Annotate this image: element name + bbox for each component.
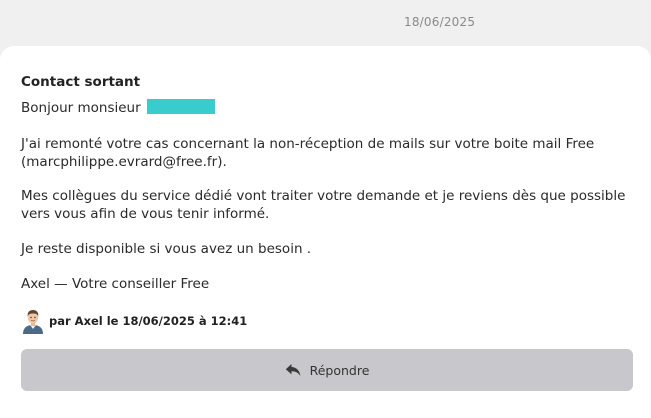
message-greeting: Bonjour monsieur — [21, 99, 215, 117]
author-info: par Axel le 18/06/2025 à 12:41 — [49, 314, 248, 328]
message-signature: Axel — Votre conseiller Free — [21, 276, 210, 292]
redacted-name — [146, 99, 215, 114]
reply-label: Répondre — [309, 362, 370, 378]
message-paragraph: J'ai remonté votre cas concernant la non… — [21, 136, 595, 170]
message-title: Contact sortant — [21, 74, 141, 90]
author-row: par Axel le 18/06/2025 à 12:41 — [21, 308, 247, 334]
reply-arrow-icon — [285, 364, 300, 376]
message-date: 18/06/2025 — [404, 15, 476, 29]
reply-button[interactable]: Répondre — [21, 349, 633, 391]
advisor-avatar-icon — [23, 310, 43, 334]
message-paragraph: Mes collègues du service dédié vont trai… — [21, 188, 626, 222]
greeting-text: Bonjour monsieur — [21, 100, 141, 116]
date-header: 18/06/2025 — [0, 0, 651, 46]
message-card: Contact sortant Bonjour monsieur J'ai re… — [0, 46, 651, 418]
message-paragraph: Je reste disponible si vous avez un beso… — [21, 241, 312, 257]
